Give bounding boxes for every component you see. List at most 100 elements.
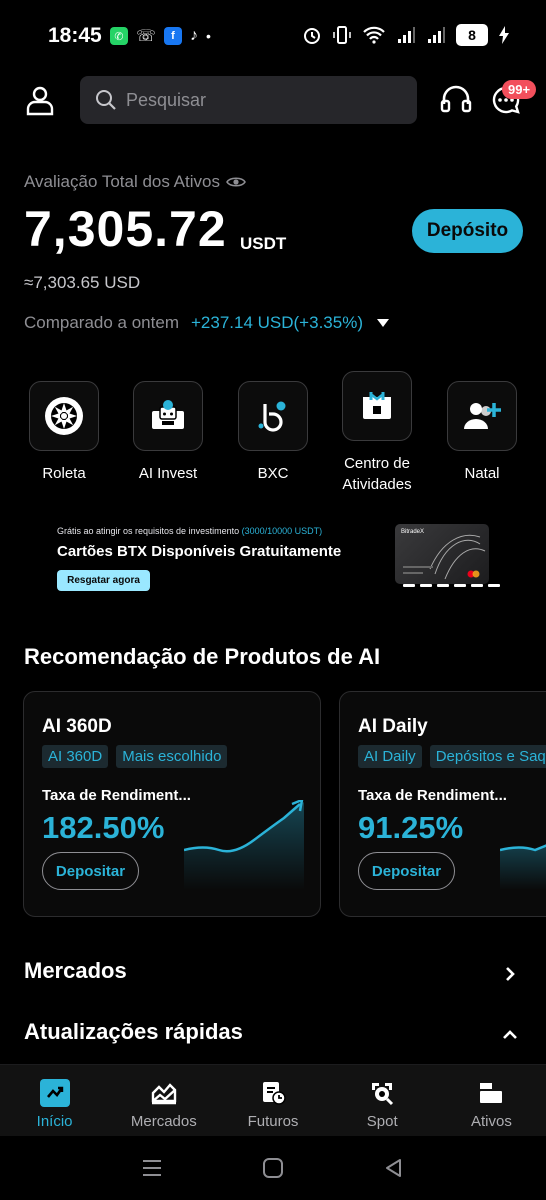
product-card-ai-daily[interactable]: AI Daily AI Daily Depósitos e Saqu Taxa … [339, 691, 546, 917]
dot-icon: • [206, 28, 211, 44]
daily-change-row[interactable]: Comparado a ontem +237.14 USD(+3.35%) [24, 313, 389, 333]
yield-rate-value: 91.25% [358, 810, 464, 845]
recent-apps-icon[interactable] [140, 1156, 164, 1180]
promo-banner[interactable]: Grátis ao atingir os requisitos de inves… [0, 510, 546, 600]
notification-badge: 99+ [502, 80, 537, 99]
wifi-icon [363, 26, 385, 44]
system-navigation-bar [0, 1136, 546, 1200]
alarm-icon [304, 28, 320, 44]
shortcut-label: Roleta [42, 465, 86, 482]
back-icon[interactable] [382, 1156, 406, 1180]
banner-subtitle: Grátis ao atingir os requisitos de inves… [57, 526, 322, 536]
search-icon [96, 90, 116, 110]
tab-label: Futuros [247, 1113, 299, 1130]
shortcut-bxc[interactable]: BXC [221, 381, 325, 484]
product-tag: AI Daily [358, 745, 422, 768]
product-name: AI Daily [358, 716, 428, 737]
profile-button[interactable] [22, 82, 62, 122]
roulette-icon [29, 381, 99, 451]
banner-subtitle-highlight: (3000/10000 USDT) [241, 526, 323, 536]
deposit-product-button[interactable]: Depositar [358, 852, 455, 890]
product-name: AI 360D [42, 716, 112, 737]
total-asset-amount: 7,305.72 [24, 201, 227, 257]
banner-title: Cartões BTX Disponíveis Gratuitamente [57, 543, 342, 560]
shortcut-natal[interactable]: Natal [430, 381, 534, 484]
product-tags: AI Daily Depósitos e Saqu [358, 745, 546, 768]
tab-spot[interactable]: Spot [328, 1065, 437, 1136]
tab-markets[interactable]: Mercados [109, 1065, 218, 1136]
support-button[interactable] [438, 82, 474, 122]
tab-label: Início [36, 1113, 73, 1130]
banner-pagination [403, 584, 500, 587]
product-tag: AI 360D [42, 745, 109, 768]
tab-label: Spot [366, 1113, 398, 1130]
status-system-icons: 8 [302, 24, 510, 46]
shortcut-label: AI Invest [138, 465, 198, 482]
asset-unit: USDT [240, 234, 287, 253]
markets-row-label: Mercados [24, 958, 127, 983]
shortcut-roleta[interactable]: Roleta [12, 381, 116, 484]
deposit-button[interactable]: Depósito [412, 209, 523, 253]
deposit-product-button[interactable]: Depositar [42, 852, 139, 890]
quick-updates-row[interactable]: Atualizações rápidas [0, 1019, 546, 1059]
bxc-logo-icon [238, 381, 308, 451]
shortcut-label: Natal [464, 465, 500, 482]
card-image: BitradeX [395, 524, 489, 584]
status-time: 18:45 [48, 24, 102, 47]
yield-rate-value: 182.50% [42, 810, 165, 845]
quick-updates-label: Atualizações rápidas [24, 1019, 243, 1044]
shortcut-label: BXC [257, 465, 289, 482]
wallet-icon [476, 1079, 506, 1107]
headset-icon [440, 85, 472, 113]
redeem-button[interactable]: Resgatar agora [57, 570, 150, 591]
status-app-icons: ✆ ☏ f ♪ • [110, 26, 211, 46]
asset-label-text: Avaliação Total dos Ativos [24, 172, 220, 191]
compare-value: +237.14 USD(+3.35%) [190, 313, 363, 332]
tab-futures[interactable]: Futuros [218, 1065, 327, 1136]
product-tags: AI 360D Mais escolhido [42, 745, 228, 768]
asset-valuation-label: Avaliação Total dos Ativos [24, 172, 246, 192]
usd-equivalent: ≈7,303.65 USD [24, 273, 141, 292]
gift-calendar-icon [342, 371, 412, 441]
product-card-ai-360d[interactable]: AI 360D AI 360D Mais escolhido Taxa de R… [23, 691, 321, 917]
card-pattern-icon [403, 534, 486, 580]
tab-home[interactable]: Início [0, 1065, 109, 1136]
product-tag: Mais escolhido [116, 745, 228, 768]
user-icon [26, 86, 54, 116]
shortcut-activity-center[interactable]: Centro de Atividades [325, 371, 429, 495]
futures-icon [258, 1079, 288, 1107]
vibrate-icon [333, 26, 351, 44]
ai-bot-icon [133, 381, 203, 451]
shortcut-label: Centro de Atividades [342, 455, 412, 493]
trend-chart-icon [500, 844, 546, 890]
search-input[interactable] [126, 89, 386, 111]
home-icon [39, 1079, 70, 1107]
signal-icon [428, 27, 445, 43]
trend-chart-icon [184, 800, 304, 890]
yield-rate-label: Taxa de Rendiment... [42, 787, 191, 804]
bottom-tab-bar: Início Mercados Futuros Spot Ativos [0, 1064, 546, 1136]
missed-call-icon: ☏ [136, 28, 157, 45]
battery-icon: 8 [456, 24, 488, 46]
eye-icon[interactable] [226, 175, 246, 189]
product-tag: Depósitos e Saqu [429, 745, 546, 768]
tab-assets[interactable]: Ativos [437, 1065, 546, 1136]
markets-row[interactable]: Mercados [0, 958, 546, 998]
tiktok-icon: ♪ [190, 27, 199, 44]
chevron-up-icon [503, 1030, 517, 1039]
tab-label: Mercados [130, 1113, 197, 1130]
home-button-icon[interactable] [261, 1156, 285, 1180]
status-bar: 18:45 ✆ ☏ f ♪ • 8 [0, 0, 546, 72]
shortcut-ai-invest[interactable]: AI Invest [116, 381, 220, 484]
whatsapp-icon: ✆ [110, 27, 128, 45]
tab-label: Ativos [470, 1113, 512, 1130]
charging-icon [499, 26, 509, 44]
banner-subtitle-text: Grátis ao atingir os requisitos de inves… [57, 526, 240, 536]
markets-icon [149, 1079, 179, 1107]
search-bar[interactable] [80, 76, 417, 124]
ai-products-title: Recomendação de Produtos de AI [24, 644, 381, 669]
add-user-icon [447, 381, 517, 451]
yield-rate-label: Taxa de Rendiment... [358, 787, 507, 804]
caret-down-icon[interactable] [376, 319, 389, 327]
chevron-right-icon [506, 967, 515, 981]
